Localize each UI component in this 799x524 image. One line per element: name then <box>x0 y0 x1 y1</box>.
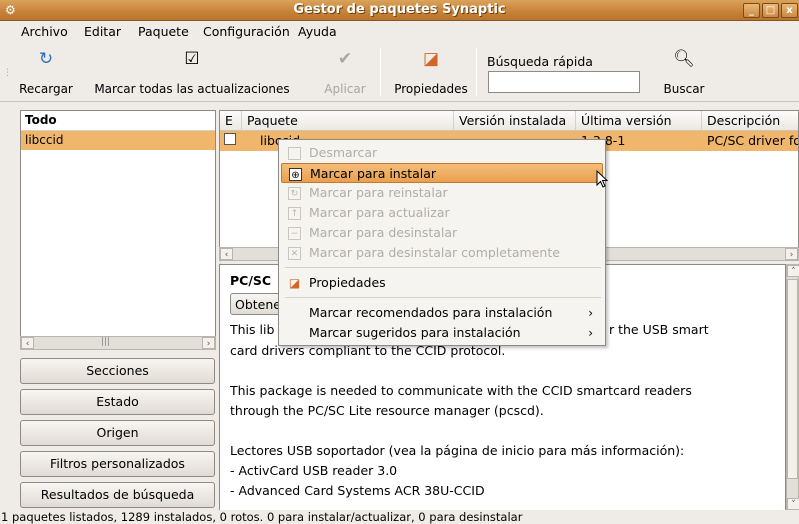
filter-list-item[interactable]: libccid <box>21 131 215 150</box>
menu-item-label: Marcar recomendados para instalación <box>309 305 553 320</box>
properties-icon: ◪ <box>422 49 440 69</box>
description-title: PC/SC <box>230 273 272 288</box>
mark-all-upgrades-button[interactable]: ☑ Marcar todas las actualizaciones <box>78 42 306 102</box>
submenu-arrow-icon: › <box>588 306 593 320</box>
menu-item-label: Desmarcar <box>309 145 378 160</box>
remove-icon: − <box>288 227 301 240</box>
window-title: Gestor de paquetes Synaptic <box>293 2 506 17</box>
menu-item-mark-reinstall[interactable]: ↻ Marcar para reinstalar <box>281 183 603 203</box>
reload-button[interactable]: ↻ Recargar <box>14 42 78 102</box>
description-line: Lectores USB soportador (vea la página d… <box>230 443 685 458</box>
column-package[interactable]: Paquete <box>242 111 454 131</box>
menu-item-label: Marcar para actualizar <box>309 205 450 220</box>
context-menu: Desmarcar ⊕ Marcar para instalar ↻ Marca… <box>278 139 606 346</box>
reinstall-icon: ↻ <box>288 187 301 200</box>
purge-icon: ✕ <box>288 247 301 260</box>
menu-item-mark-remove[interactable]: − Marcar para desinstalar <box>281 223 603 243</box>
menu-configuracion[interactable]: Configuración <box>203 24 290 39</box>
unmark-icon <box>288 147 301 160</box>
column-installed-version[interactable]: Versión instalada <box>454 111 576 131</box>
menu-separator <box>285 267 601 268</box>
menu-item-label: Marcar para reinstalar <box>309 185 448 200</box>
menu-item-mark-suggested[interactable]: Marcar sugeridos para instalación › <box>281 323 603 343</box>
toolbar-separator <box>380 48 381 96</box>
description-line: r the USB smart <box>609 322 709 337</box>
search-icon: 🔍︎ <box>673 49 695 69</box>
description-vscrollbar[interactable]: ˄ ˅ <box>786 264 799 511</box>
mark-all-label: Marcar todas las actualizaciones <box>94 82 290 96</box>
menu-separator <box>285 297 601 298</box>
description-line: - Advanced Card Systems ACR 38U-CCID <box>230 483 485 498</box>
menu-item-label: Marcar sugeridos para instalación <box>309 325 521 340</box>
title-bar[interactable]: ⚙ Gestor de paquetes Synaptic _ □ x <box>0 0 799 21</box>
column-status[interactable]: E <box>220 111 242 131</box>
menu-editar[interactable]: Editar <box>84 24 121 39</box>
search-label: Buscar <box>663 82 705 96</box>
quick-search-label: Búsqueda rápida <box>487 54 593 69</box>
filter-list: Todo libccid <box>20 110 216 349</box>
properties-label: Propiedades <box>394 82 468 96</box>
menu-item-mark-purge[interactable]: ✕ Marcar para desinstalar completamente <box>281 243 603 263</box>
reload-icon: ↻ <box>38 49 54 69</box>
filter-list-header[interactable]: Todo <box>21 111 215 131</box>
scroll-thumb[interactable] <box>787 279 798 479</box>
menu-item-properties[interactable]: ◪ Propiedades <box>281 273 603 293</box>
menu-item-mark-install[interactable]: ⊕ Marcar para instalar <box>281 163 603 183</box>
column-description[interactable]: Descripción <box>702 111 798 131</box>
toolbar-separator <box>476 48 477 96</box>
menu-item-mark-upgrade[interactable]: ↑ Marcar para actualizar <box>281 203 603 223</box>
maximize-button[interactable]: □ <box>762 3 779 18</box>
description-line: This package is needed to communicate wi… <box>230 383 692 398</box>
properties-icon: ◪ <box>288 276 301 290</box>
description-line: - ActivCard USB reader 3.0 <box>230 463 398 478</box>
mouse-pointer-icon <box>596 170 609 188</box>
install-icon: ⊕ <box>289 168 302 181</box>
menu-item-label: Marcar para instalar <box>310 166 437 181</box>
scroll-left-icon[interactable]: ‹ <box>21 337 34 349</box>
scroll-right-icon[interactable]: › <box>202 337 215 349</box>
apply-icon: ✔ <box>337 49 353 69</box>
menu-item-label: Propiedades <box>309 275 386 290</box>
apply-button[interactable]: ✔ Aplicar <box>318 42 372 102</box>
close-button[interactable]: x <box>781 3 798 18</box>
origin-button[interactable]: Origen <box>20 420 215 446</box>
menu-bar: Archivo Editar Paquete Configuración Ayu… <box>0 21 799 42</box>
scroll-down-icon[interactable]: ˅ <box>787 498 799 510</box>
apply-label: Aplicar <box>324 82 366 96</box>
menu-archivo[interactable]: Archivo <box>21 24 68 39</box>
toolbar-grip-icon[interactable]: ⋮ <box>3 68 12 78</box>
scroll-right-icon[interactable]: › <box>785 248 798 260</box>
quick-search-input[interactable] <box>488 71 640 93</box>
menu-item-label: Marcar para desinstalar completamente <box>309 245 560 260</box>
search-results-button[interactable]: Resultados de búsqueda <box>20 482 215 508</box>
get-screenshot-button[interactable]: Obtene <box>230 293 282 315</box>
upgrade-icon: ↑ <box>288 207 301 220</box>
menu-item-unmark[interactable]: Desmarcar <box>281 143 603 163</box>
status-checkbox[interactable] <box>224 133 236 145</box>
toolbar: ⋮ ↻ Recargar ☑ Marcar todas las actualiz… <box>0 42 799 102</box>
properties-button[interactable]: ◪ Propiedades <box>390 42 472 102</box>
reload-label: Recargar <box>19 82 73 96</box>
status-button[interactable]: Estado <box>20 389 215 415</box>
column-latest-version[interactable]: Última versión <box>576 111 702 131</box>
description-cell: PC/SC driver fo <box>707 133 799 148</box>
submenu-arrow-icon: › <box>588 326 593 340</box>
custom-filters-button[interactable]: Filtros personalizados <box>20 451 215 477</box>
filter-list-hscrollbar[interactable]: ‹ ||| › <box>20 336 216 350</box>
menu-item-mark-recommended[interactable]: Marcar recomendados para instalación › <box>281 303 603 323</box>
mark-upgrades-icon: ☑ <box>184 49 200 69</box>
menu-paquete[interactable]: Paquete <box>138 24 189 39</box>
scroll-up-icon[interactable]: ˄ <box>787 265 799 277</box>
sections-button[interactable]: Secciones <box>20 358 215 384</box>
minimize-button[interactable]: _ <box>743 3 760 18</box>
scroll-left-icon[interactable]: ‹ <box>220 248 233 260</box>
menu-ayuda[interactable]: Ayuda <box>298 24 337 39</box>
scroll-thumb-grip-icon[interactable]: ||| <box>101 337 110 347</box>
status-bar: 1 paquetes listados, 1289 instalados, 0 … <box>0 510 799 524</box>
description-line: This lib <box>230 322 275 337</box>
menu-item-label: Marcar para desinstalar <box>309 225 458 240</box>
search-button[interactable]: 🔍︎ Buscar <box>655 42 713 102</box>
description-line: through the PC/SC Lite resource manager … <box>230 403 544 418</box>
